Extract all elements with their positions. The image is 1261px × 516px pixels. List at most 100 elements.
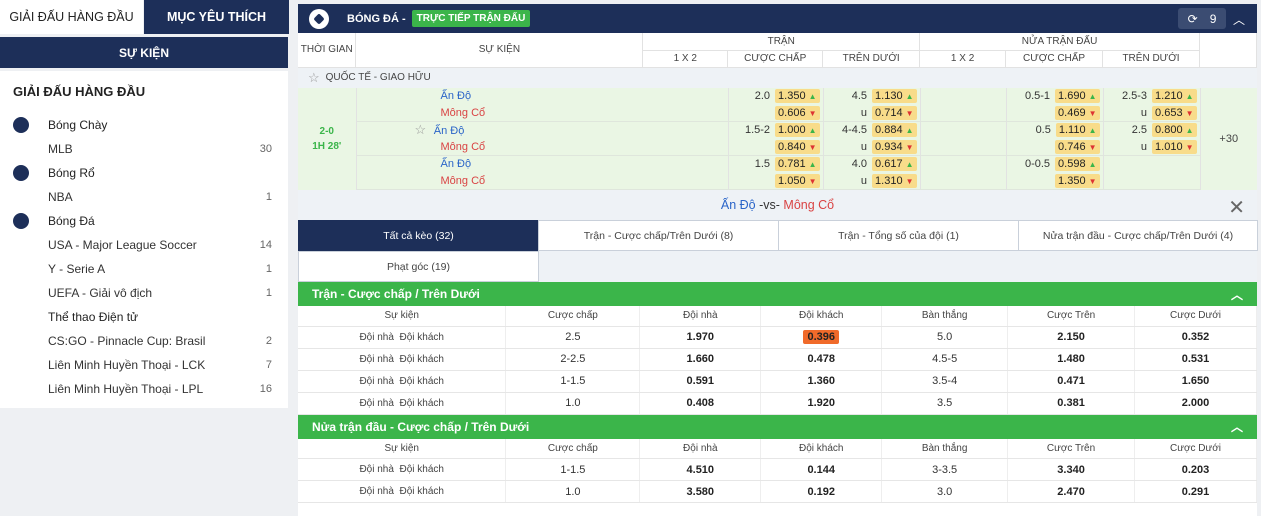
league-item[interactable]: UEFA - Giải vô địch 1 [0,281,288,305]
odds-value[interactable]: 1.650 [1134,370,1257,393]
favorite-star-icon[interactable]: ☆ [415,122,430,137]
team-cell[interactable]: Mông Cổ [356,104,643,122]
league-row[interactable]: ☆ QUỐC TẾ - GIAO HỮU [298,67,1257,88]
market-tab-4[interactable]: Phạt góc (19) [298,251,539,282]
value-text: 3.580 [686,485,715,498]
league-item[interactable]: Liên Minh Huyền Thoại - LPL 16 [0,377,288,401]
odds-value[interactable]: 3.580 [639,480,762,503]
team-cell[interactable]: Ấn Độ [356,156,643,173]
odds-button[interactable]: 0.884 ▲ [872,123,917,138]
refresh-button[interactable]: ⟳ 9 [1178,8,1226,29]
odds-value[interactable]: 2.470 [1007,480,1136,503]
team-cell[interactable]: Mông Cổ [356,138,643,156]
chevron-up-icon[interactable]: ︿ [1231,418,1243,435]
odds-button[interactable]: 1.110 ▲ [1055,123,1100,138]
odds-button[interactable]: 0.934 ▼ [872,139,917,154]
live-badge[interactable]: TRỰC TIẾP TRẬN ĐẤU [411,10,531,27]
odds-value[interactable]: 0.478 [760,348,883,371]
odds-button[interactable]: 1.690 ▲ [1055,89,1100,103]
odds-button[interactable]: 0.781 ▲ [775,157,820,172]
odds-button[interactable]: 0.714 ▼ [872,105,917,120]
odds-value[interactable]: 0.144 [760,458,883,481]
market-tab-0[interactable]: Tất cả kèo (32) [298,220,539,251]
odds-button[interactable]: 1.000 ▲ [775,123,820,138]
odds-value[interactable]: 0.352 [1134,326,1257,349]
column-header: Cược Dưới [1134,438,1257,459]
odds-value[interactable]: 0.291 [1134,480,1257,503]
odds-value[interactable]: 1.920 [760,392,883,415]
odds-value[interactable]: 0.396 [760,326,883,349]
odds-button[interactable]: 0.653 ▼ [1152,105,1197,120]
league-item[interactable]: Liên Minh Huyền Thoại - LCK 7 [0,353,288,377]
more-markets-button[interactable]: +30 [1200,88,1257,190]
odds-button[interactable]: 0.598 ▲ [1055,157,1100,172]
odds-button[interactable]: 1.310 ▼ [872,173,917,188]
odds-value[interactable]: 3.340 [1007,458,1136,481]
section-half-handicap[interactable]: Nửa trận đầu - Cược chấp / Trên Dưới ︿ [298,414,1257,439]
market-tab-3[interactable]: Nửa trận đầu - Cược chấp/Trên Dưới (4) [1018,220,1258,251]
teams-label: Đội nhà Đội khách [298,458,507,481]
odds-value[interactable]: 0.203 [1134,458,1257,481]
collapse-icon[interactable]: ︿ [1233,11,1245,28]
sport-0[interactable]: Bóng Chày [0,113,288,137]
odds-value[interactable]: 0.471 [1007,370,1136,393]
odds-button[interactable]: 0.606 ▼ [775,105,820,120]
close-icon[interactable]: ✕ [1228,195,1245,220]
column-header: Sự kiện [298,306,507,327]
league-item[interactable]: USA - Major League Soccer 14 [0,233,288,257]
odds-value: 0.884 [875,124,903,137]
odds-value[interactable]: 1.660 [639,348,762,371]
odds-value[interactable]: 1.360 [760,370,883,393]
market-tab-2[interactable]: Trận - Tổng số của đội (1) [778,220,1019,251]
events-button[interactable]: SỰ KIỆN [0,37,288,68]
team-cell[interactable]: Mông Cổ [356,172,643,190]
half-ou-line: u [1140,106,1148,119]
odds-value[interactable]: 0.192 [760,480,883,503]
odds-button[interactable]: 0.840 ▼ [775,139,820,154]
odds-button[interactable]: 1.010 ▼ [1152,139,1197,154]
odds-button[interactable]: 1.130 ▲ [872,89,917,103]
market-tab-1[interactable]: Trận - Cược chấp/Trên Dưới (8) [538,220,779,251]
odds-value[interactable]: 4.510 [639,458,762,481]
odds-value[interactable]: 2.000 [1134,392,1257,415]
league-item[interactable]: Y - Serie A 1 [0,257,288,281]
team-cell[interactable]: ☆ Ấn Độ [356,122,643,139]
sport-3[interactable]: Thể thao Điện tử [0,305,288,329]
odds-value[interactable]: 1.480 [1007,348,1136,371]
odds-value[interactable]: 0.408 [639,392,762,415]
tab-favorites[interactable]: MỤC YÊU THÍCH [144,0,289,34]
arrow-down-icon: ▼ [1088,176,1097,186]
odds-button[interactable]: 1.350 ▲ [775,89,820,103]
league-label: UEFA - Giải vô địch [48,286,153,300]
odds-button[interactable]: 0.469 ▼ [1055,105,1100,120]
league-item[interactable]: MLB 30 [0,137,288,161]
league-label: NBA [48,190,73,204]
odds-button[interactable]: 0.617 ▲ [872,157,917,172]
team-cell[interactable]: Ấn Độ [356,88,643,105]
teams-label: Đội nhà Đội khách [298,480,507,503]
match-detail-title: Ấn Độ -vs- Mông Cổ ✕ [298,190,1257,220]
table-row: Đội nhà Đội khách 2.5 1.970 0.396 5.0 2.150 0.… [298,326,1257,349]
odds-button[interactable]: 1.210 ▲ [1152,89,1197,103]
odds-value[interactable]: 0.381 [1007,392,1136,415]
odds-button[interactable]: 0.746 ▼ [1055,139,1100,154]
league-item[interactable]: CS:GO - Pinnacle Cup: Brasil 2 [0,329,288,353]
star-icon[interactable]: ☆ [308,70,320,86]
sport-2[interactable]: Bóng Đá [0,209,288,233]
odds-value[interactable]: 0.531 [1134,348,1257,371]
value-text: 3-3.5 [932,463,958,476]
league-count: 7 [265,359,272,371]
section-match-handicap[interactable]: Trận - Cược chấp / Trên Dưới ︿ [298,282,1257,306]
chevron-up-icon[interactable]: ︿ [1231,286,1243,303]
value-text: 0.192 [807,485,835,498]
odds-button[interactable]: 1.350 ▼ [1055,173,1100,188]
tab-top-leagues[interactable]: GIẢI ĐẤU HÀNG ĐẦU [0,0,143,34]
odds-button[interactable]: 1.050 ▼ [775,173,820,188]
market-tabs: Tất cả kèo (32) Trận - Cược chấp/Trên Dướ… [298,220,1258,282]
sport-1[interactable]: Bóng Rổ [0,161,288,185]
odds-value[interactable]: 1.970 [639,326,762,349]
odds-button[interactable]: 0.800 ▲ [1152,123,1197,138]
league-item[interactable]: NBA 1 [0,185,288,209]
odds-value[interactable]: 0.591 [639,370,762,393]
odds-value[interactable]: 2.150 [1007,326,1136,349]
